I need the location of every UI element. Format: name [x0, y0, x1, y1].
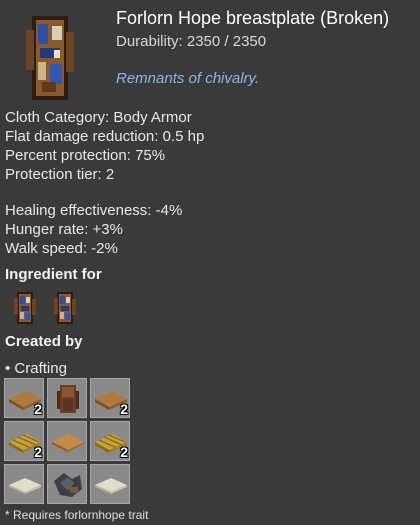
- slot-count: 2: [120, 444, 128, 460]
- scrap-metal-icon: [54, 473, 82, 497]
- crafting-slot[interactable]: 2: [4, 421, 44, 461]
- stat-flat-damage-reduction: Flat damage reduction: 0.5 hp: [5, 128, 205, 145]
- crafting-slot[interactable]: [47, 464, 87, 504]
- cloth-icon: [95, 478, 127, 494]
- stat-percent-protection: Percent protection: 75%: [5, 147, 166, 164]
- stat-protection-tier: Protection tier: 2: [5, 166, 115, 183]
- item-title: Forlorn Hope breastplate (Broken): [116, 8, 390, 28]
- crafting-slot[interactable]: 2: [4, 378, 44, 418]
- crafting-slot[interactable]: 2: [90, 421, 130, 461]
- backpack-icon: [57, 385, 79, 413]
- board-icon: [52, 434, 84, 452]
- breastplate-icon[interactable]: [52, 290, 78, 326]
- crafting-slot[interactable]: [47, 421, 87, 461]
- crafting-slot[interactable]: [90, 464, 130, 504]
- stat-hunger-rate: Hunger rate: +3%: [5, 221, 123, 238]
- created-by-heading: Created by: [5, 333, 83, 350]
- flavor-text: Remnants of chivalry.: [116, 70, 260, 87]
- breastplate-icon: [18, 10, 82, 106]
- ingredient-for-heading: Ingredient for: [5, 266, 102, 283]
- slot-count: 2: [34, 444, 42, 460]
- crafting-slot[interactable]: [47, 378, 87, 418]
- stat-healing-effectiveness: Healing effectiveness: -4%: [5, 202, 183, 219]
- item-tooltip: Forlorn Hope breastplate (Broken) Durabi…: [0, 0, 420, 525]
- stat-walk-speed: Walk speed: -2%: [5, 240, 118, 257]
- slot-count: 2: [34, 401, 42, 417]
- stat-cloth-category: Cloth Category: Body Armor: [5, 109, 192, 126]
- trait-requirement-note: * Requires forlornhope trait: [5, 508, 149, 522]
- cloth-icon: [9, 478, 41, 494]
- breastplate-icon[interactable]: [12, 290, 38, 326]
- slot-count: 2: [120, 401, 128, 417]
- crafting-method: • Crafting: [5, 360, 67, 377]
- durability-text: Durability: 2350 / 2350: [116, 33, 267, 50]
- crafting-slot[interactable]: 2: [90, 378, 130, 418]
- crafting-slot[interactable]: [4, 464, 44, 504]
